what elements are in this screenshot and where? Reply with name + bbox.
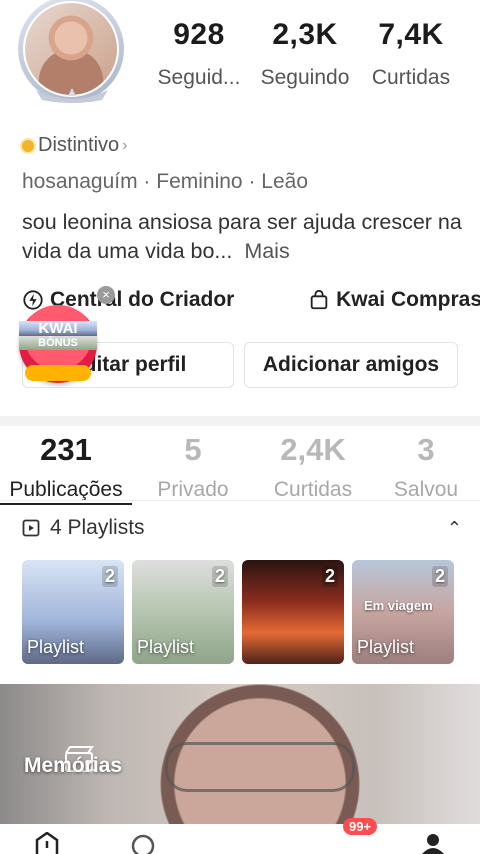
playlist-thumbnails: 2 Playlist 2 Playlist 2 2 Em viagem Play… — [22, 560, 454, 664]
add-friends-button[interactable]: Adicionar amigos — [244, 342, 458, 388]
stat-value: 928 — [173, 18, 225, 51]
playlist-overlay-text: Em viagem — [364, 598, 433, 613]
tab-count: 5 — [184, 432, 202, 467]
playlist-count: 2 — [321, 566, 338, 587]
notification-badge: 99+ — [343, 818, 378, 835]
tab-label: Curtidas — [273, 478, 353, 501]
home-icon[interactable] — [34, 832, 60, 854]
stat-label: Seguid... — [157, 66, 241, 89]
badge-label: Distintivo — [38, 134, 120, 156]
shop-label: Kwai Compras — [336, 288, 480, 311]
profile-bio: sou leonina ansiosa para ser ajuda cresc… — [22, 208, 462, 266]
bio-text: sou leonina ansiosa para ser ajuda cresc… — [22, 210, 462, 263]
stat-following[interactable]: 2,3K Seguindo — [252, 18, 358, 90]
tab-publications[interactable]: 231 Publicações — [0, 432, 132, 505]
tabs-divider — [0, 500, 480, 501]
playlist-label: Playlist — [137, 637, 195, 657]
playlists-header[interactable]: 4 Playlists ⌃ — [22, 516, 462, 540]
profile-stats: 928 Seguid... 2,3K Seguindo 7,4K Curtida… — [146, 18, 466, 90]
tab-count: 2,4K — [280, 432, 346, 467]
playlist-count: 2 — [101, 566, 118, 587]
avatar[interactable] — [23, 1, 119, 97]
playlist-card[interactable]: 2 — [242, 560, 344, 664]
playlist-card[interactable]: 2 Em viagem Playlist — [352, 560, 454, 664]
bonus-line1: KWAI — [19, 321, 97, 336]
glasses-shape — [165, 742, 355, 792]
stat-label: Seguindo — [260, 66, 350, 89]
avatar-container[interactable] — [14, 0, 132, 108]
content-tabs: 231 Publicações 5 Privado 2,4K Curtidas … — [0, 432, 480, 505]
playlist-icon — [22, 519, 40, 537]
playlist-label: Playlist — [357, 637, 415, 657]
chevron-right-icon: › — [122, 136, 128, 154]
kwai-bonus-widget[interactable]: KWAI BÔNUS — [19, 305, 97, 383]
playlist-count: 2 — [431, 566, 448, 587]
avatar-laurel-icon — [36, 88, 108, 103]
tab-likes[interactable]: 2,4K Curtidas — [254, 432, 372, 505]
bio-more-link[interactable]: Mais — [244, 239, 289, 263]
stat-value: 2,3K — [272, 18, 338, 51]
profile-icon[interactable] — [420, 832, 446, 854]
stat-likes[interactable]: 7,4K Curtidas — [358, 18, 464, 90]
playlist-label: Playlist — [27, 637, 85, 657]
coins-icon — [25, 365, 91, 381]
profile-links: Central do Criador Kwai Compras — [22, 288, 480, 312]
tab-count: 231 — [40, 432, 92, 467]
shop-link[interactable]: Kwai Compras — [308, 288, 480, 312]
creator-center-label: Central do Criador — [50, 288, 235, 311]
close-icon[interactable]: × — [97, 286, 115, 304]
bonus-line2: BÔNUS — [19, 336, 97, 350]
tab-private[interactable]: 5 Privado — [132, 432, 254, 505]
stat-label: Curtidas — [371, 66, 451, 89]
playlist-card[interactable]: 2 Playlist — [132, 560, 234, 664]
playlists-count-label: 4 Playlists — [50, 516, 145, 539]
bottom-navigation — [0, 824, 480, 854]
camera-overlay: Memórias — [0, 684, 480, 824]
badge-dot-icon — [22, 139, 34, 152]
section-divider — [0, 416, 480, 426]
memories-label[interactable]: Memórias — [24, 754, 122, 778]
tab-label: Salvou — [393, 478, 459, 501]
chevron-up-icon[interactable]: ⌃ — [447, 518, 462, 539]
stat-value: 7,4K — [378, 18, 444, 51]
profile-meta: hosanaguím · Feminino · Leão — [22, 170, 308, 193]
tab-saved[interactable]: 3 Salvou — [372, 432, 480, 505]
tab-label: Privado — [157, 478, 229, 501]
tab-count: 3 — [417, 432, 435, 467]
badge-link[interactable]: Distintivo › — [22, 134, 127, 157]
stat-followers[interactable]: 928 Seguid... — [146, 18, 252, 90]
shopping-bag-icon — [310, 289, 328, 310]
discover-icon[interactable] — [130, 832, 156, 854]
playlist-count: 2 — [211, 566, 228, 587]
playlist-card[interactable]: 2 Playlist — [22, 560, 124, 664]
